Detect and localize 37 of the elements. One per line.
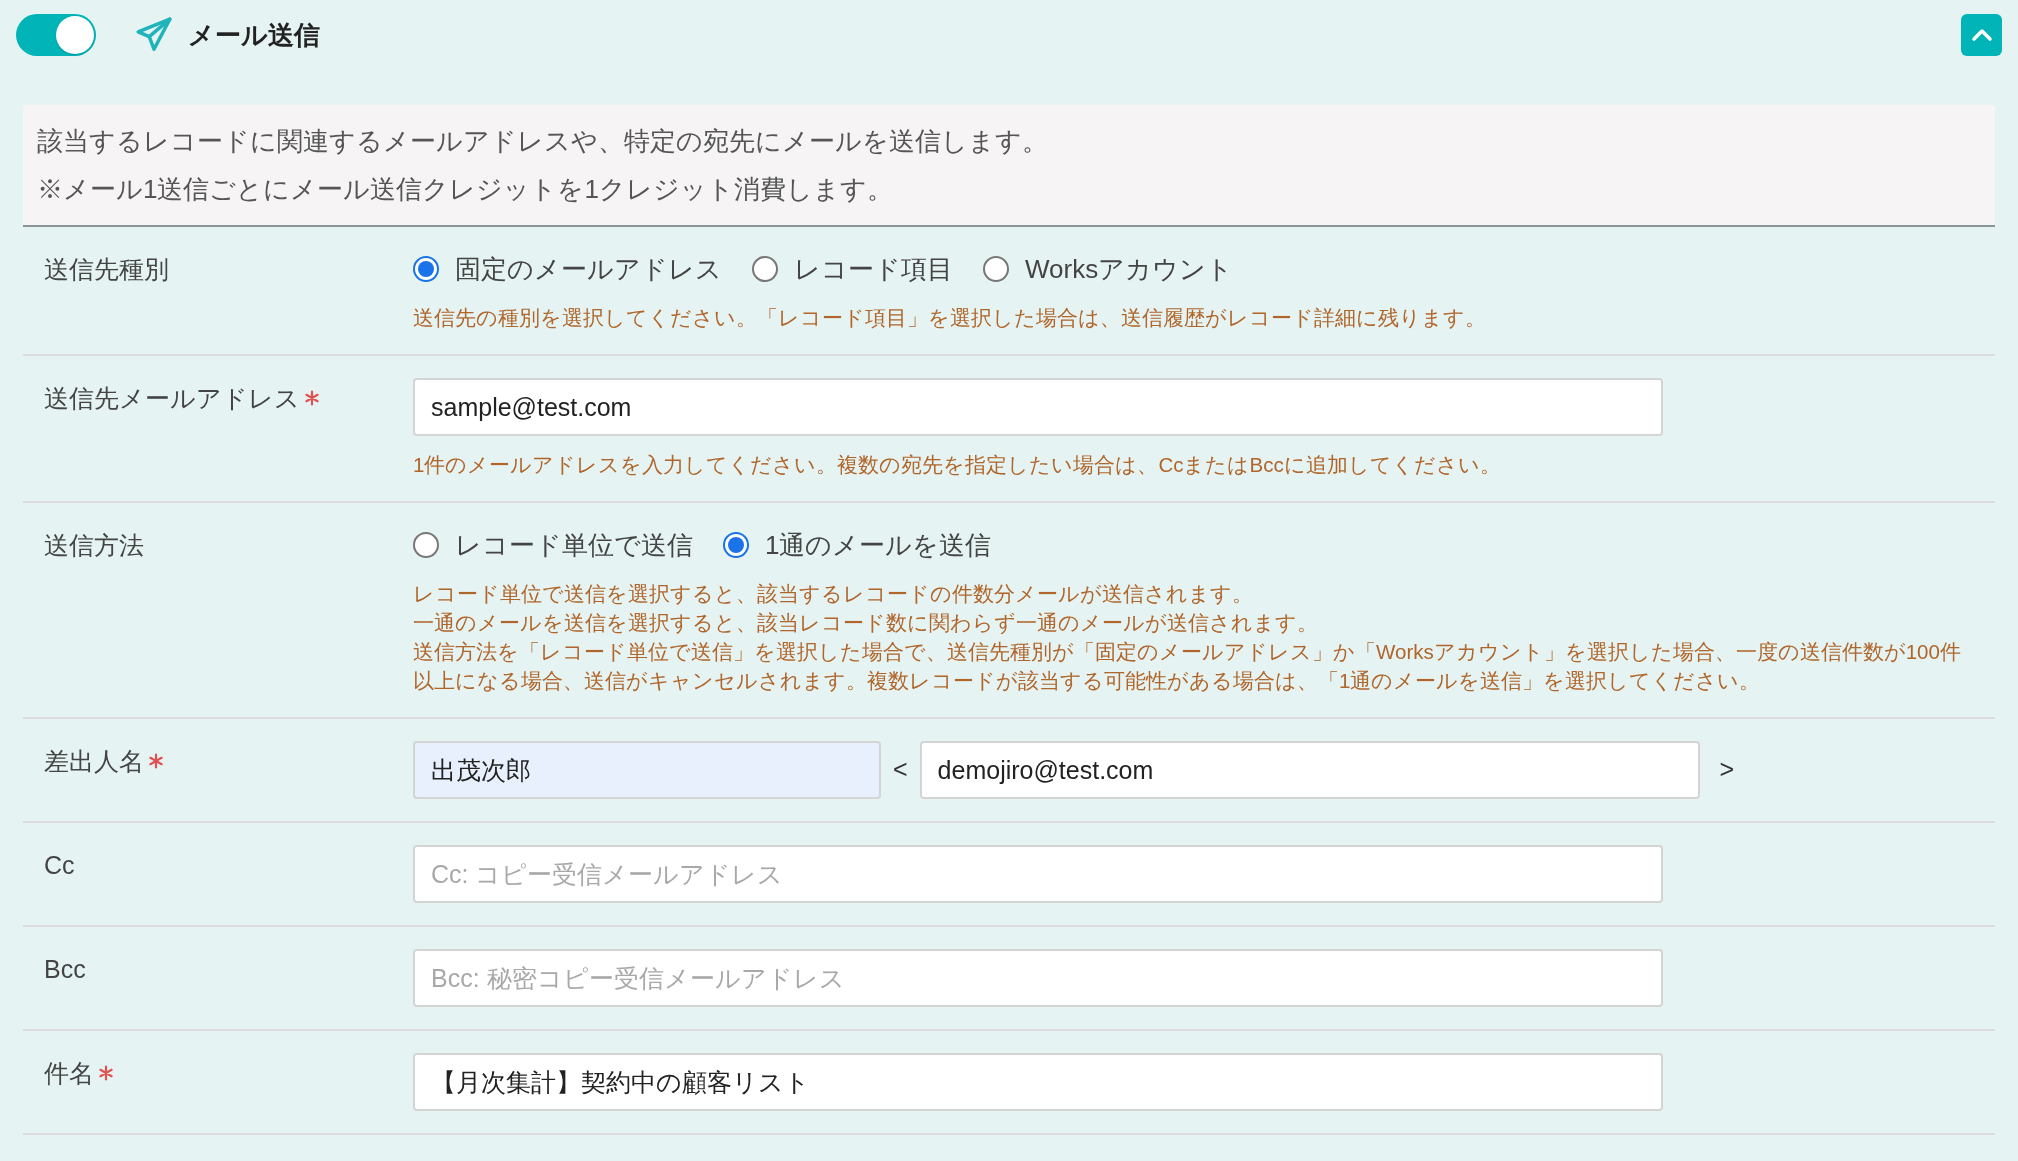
radio-button[interactable] xyxy=(413,532,439,558)
field-label: 送信先メールアドレス xyxy=(44,383,300,414)
text-field[interactable]: Bcc: 秘密コピー受信メールアドレス xyxy=(413,949,1663,1007)
text-field[interactable]: sample@test.com xyxy=(413,378,1663,436)
text-field[interactable]: Cc: コピー受信メールアドレス xyxy=(413,845,1663,903)
field-label: Bcc xyxy=(44,954,86,985)
hint-text: レコード単位で送信を選択すると、該当するレコードの件数分メールが送信されます。 xyxy=(413,581,1254,607)
collapse-button[interactable] xyxy=(1961,14,2002,56)
radio-option[interactable]: レコード単位で送信 xyxy=(413,525,693,565)
field-label: 差出人名 xyxy=(44,746,144,777)
paper-plane-icon xyxy=(134,16,174,54)
text-field[interactable]: 【月次集計】契約中の顧客リスト xyxy=(413,1053,1663,1111)
radio-button[interactable] xyxy=(983,256,1009,282)
field-label: 件名 xyxy=(44,1058,94,1089)
radio-option[interactable]: 1通のメールを送信 xyxy=(723,525,992,565)
angle-bracket: < xyxy=(893,754,908,786)
sender-name-field[interactable]: 出茂次郎 xyxy=(413,741,881,799)
angle-bracket: > xyxy=(1719,754,1735,786)
field-label: 送信方法 xyxy=(44,530,144,561)
radio-option[interactable]: Worksアカウント xyxy=(983,249,1234,289)
hint-text: 送信方法を「レコード単位で送信」を選択した場合で、送信先種別が「固定のメールアドレス」か「Worksアカウント」を選択した場合、一度の送信件数が100件以上になる場合、送信がキャンセルされます。複数レコードが該当する可能性がある場合は、「1通のメールを送信」を選択してください。 xyxy=(413,639,1962,694)
description-text: ※メール1送信ごとにメール送信クレジットを1クレジット消費します。 xyxy=(37,173,894,206)
section-title: メール送信 xyxy=(188,18,320,52)
radio-button[interactable] xyxy=(413,256,439,282)
radio-option[interactable]: レコード項目 xyxy=(752,249,953,289)
description-text: 該当するレコードに関連するメールアドレスや、特定の宛先にメールを送信します。 xyxy=(37,125,1049,158)
radio-button[interactable] xyxy=(723,532,749,558)
field-label: 送信先種別 xyxy=(44,254,169,285)
field-label: Cc xyxy=(44,850,75,881)
hint-text: 一通のメールを送信を選択すると、該当レコード数に関わらず一通のメールが送信されます。 xyxy=(413,610,1319,636)
toggle-switch[interactable] xyxy=(16,14,96,56)
radio-button[interactable] xyxy=(752,256,778,282)
sender-email-field[interactable]: demojiro@test.com xyxy=(919,741,1700,799)
hint-text: 送信先の種別を選択してください。「レコード項目」を選択した場合は、送信履歴がレコード詳細に残ります。 xyxy=(413,305,1487,331)
radio-option[interactable]: 固定のメールアドレス xyxy=(413,249,722,289)
chevron-icon xyxy=(1970,28,1993,42)
hint-text: 1件のメールアドレスを入力してください。複数の宛先を指定したい場合は、CcまたはBccに追加してください。 xyxy=(413,452,1502,478)
